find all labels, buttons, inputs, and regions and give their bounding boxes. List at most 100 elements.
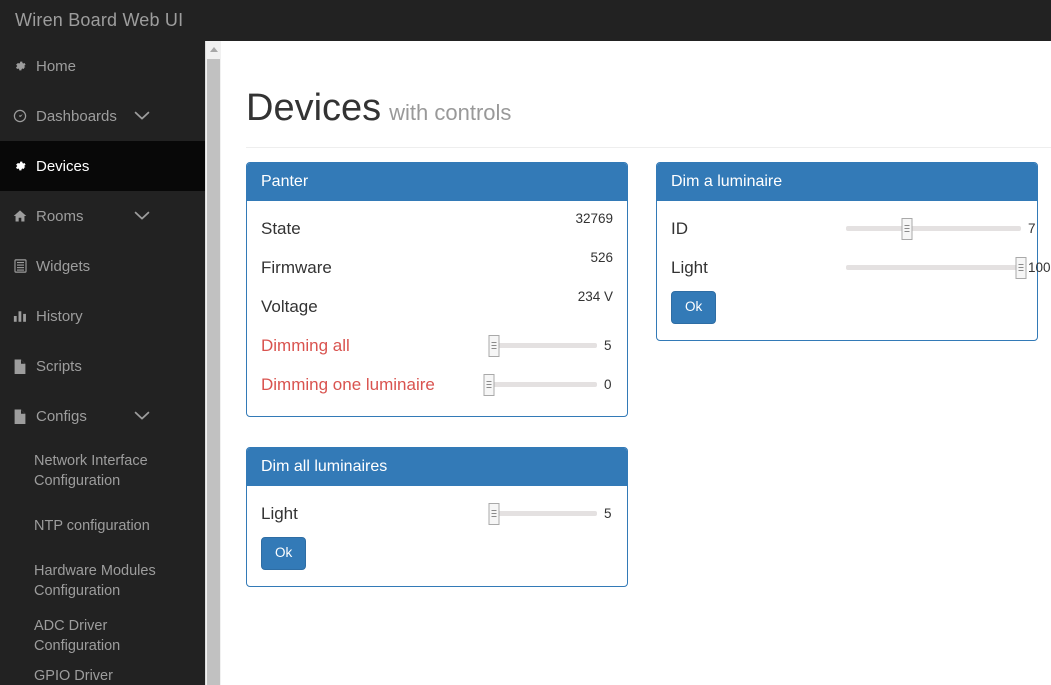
- sidebar-subitem[interactable]: Network Interface Configuration: [0, 441, 205, 501]
- sidebar-item-label: History: [36, 307, 83, 325]
- control-label: Light: [261, 503, 298, 523]
- panel-body: State 32769 Firmware 526 Voltage 234 V Dimming…: [247, 201, 627, 416]
- main-content: Devices with controls Panter State 32769 Fir…: [222, 41, 1051, 685]
- slider-input[interactable]: [488, 334, 597, 357]
- control-row: Light 100: [671, 248, 1051, 287]
- slider-control[interactable]: 0: [483, 365, 612, 404]
- slider-control[interactable]: 5: [488, 494, 612, 533]
- sidebar-item-widgets[interactable]: Widgets: [0, 241, 205, 291]
- control-value: 526: [590, 250, 613, 265]
- control-label: Light: [671, 257, 708, 277]
- sidebar-subitem-label-2: Configuration: [34, 473, 121, 489]
- panel-body: ID 7 Light 100 Ok: [657, 201, 1051, 340]
- home-icon: [10, 209, 30, 223]
- sidebar-item-history[interactable]: History: [0, 291, 205, 341]
- page-subtitle: with controls: [389, 100, 512, 125]
- sidebar-item-label: Home: [36, 57, 77, 75]
- sidebar-scrollbar[interactable]: [205, 41, 221, 685]
- slider-handle[interactable]: [901, 217, 913, 240]
- page-title: Devices: [246, 87, 382, 129]
- sidebar-subitem-label-2: Configuration: [34, 583, 121, 599]
- sidebar-subitem-label: ADC Driver Configuration: [34, 618, 121, 654]
- app-title: Wiren Board Web UI: [15, 10, 184, 30]
- panel-title: Dim a luminaire: [657, 163, 1037, 201]
- slider-value: 5: [604, 506, 612, 521]
- sidebar-subitem-label: GPIO Driver Configuration: [34, 668, 113, 684]
- chevron-down-icon[interactable]: [133, 207, 151, 225]
- chevron-down-icon[interactable]: [133, 407, 151, 425]
- chevron-down-icon[interactable]: [133, 107, 151, 125]
- sidebar-item-configs[interactable]: Configs: [0, 391, 205, 441]
- slider-control[interactable]: 7: [846, 209, 1036, 248]
- control-label: Firmware: [261, 257, 332, 277]
- slider-value: 5: [604, 338, 612, 353]
- slider-track[interactable]: [489, 382, 597, 387]
- control-label: State: [261, 218, 301, 238]
- panel-body: Light 5 Ok: [247, 486, 627, 586]
- panel-dim-a-luminaire: Dim a luminaire ID 7 Light 100 Ok: [656, 162, 1051, 341]
- slider-control[interactable]: 100: [846, 248, 1051, 287]
- file-icon: [10, 359, 30, 374]
- sidebar-nav: Home Dashboards Devices Rooms Widgets History…: [0, 41, 205, 685]
- control-row: Light 5: [261, 494, 613, 533]
- scrollbar-thumb[interactable]: [207, 59, 220, 685]
- slider-track[interactable]: [846, 265, 1021, 270]
- panel-title: Panter: [247, 163, 627, 201]
- panel-title: Dim all luminaires: [247, 448, 627, 486]
- control-label: Voltage: [261, 296, 318, 316]
- sidebar-subitem[interactable]: ADC Driver Configuration: [0, 611, 205, 661]
- slider-track[interactable]: [489, 511, 597, 516]
- dashboard-icon: [10, 109, 30, 123]
- slider-input[interactable]: [846, 217, 1021, 240]
- sidebar-item-label: Dashboards: [36, 107, 117, 125]
- sidebar-item-rooms[interactable]: Rooms: [0, 191, 205, 241]
- widgets-icon: [10, 259, 30, 273]
- top-navbar: Wiren Board Web UI: [0, 0, 1051, 41]
- scroll-up-arrow-icon[interactable]: [206, 41, 221, 58]
- slider-input[interactable]: [488, 502, 597, 525]
- gear-icon: [10, 159, 30, 173]
- control-label: ID: [671, 218, 688, 238]
- page-header: Devices with controls: [246, 87, 1026, 129]
- ok-button[interactable]: Ok: [261, 537, 307, 570]
- sidebar-subitem[interactable]: Hardware Modules Configuration: [0, 551, 205, 611]
- slider-input[interactable]: [483, 373, 597, 396]
- app-root: Wiren Board Web UI Home Dashboards Devices…: [0, 0, 1051, 685]
- sidebar-item-devices[interactable]: Devices: [0, 141, 205, 191]
- control-row: State 32769: [261, 209, 613, 248]
- control-label: Dimming one luminaire: [261, 374, 435, 394]
- page-divider: [246, 147, 1051, 148]
- sidebar-item-label: Scripts: [36, 357, 82, 375]
- slider-control[interactable]: 5: [488, 326, 612, 365]
- sidebar-item-label: Devices: [36, 157, 90, 175]
- slider-handle[interactable]: [483, 373, 495, 396]
- sidebar-subitem-label: Network Interface: [34, 453, 148, 469]
- control-row: Firmware 526: [261, 248, 613, 287]
- slider-handle[interactable]: [1015, 256, 1027, 279]
- panel-panter: Panter State 32769 Firmware 526 Voltage 234 V D…: [246, 162, 628, 417]
- control-row: Dimming all 5: [261, 326, 613, 365]
- sidebar-item-dashboards[interactable]: Dashboards: [0, 91, 205, 141]
- slider-value: 100: [1028, 260, 1051, 275]
- slider-input[interactable]: [846, 256, 1027, 279]
- sidebar-item-scripts[interactable]: Scripts: [0, 341, 205, 391]
- control-label: Dimming all: [261, 335, 350, 355]
- sidebar-subitem[interactable]: GPIO Driver Configuration: [0, 661, 205, 685]
- slider-track[interactable]: [846, 226, 1021, 231]
- sidebar-item-label: Widgets: [36, 257, 91, 275]
- control-row: Dimming one luminaire 0: [261, 365, 613, 404]
- panel-dim-all-luminaires: Dim all luminaires Light 5 Ok: [246, 447, 628, 587]
- sidebar-item-home[interactable]: Home: [0, 41, 205, 91]
- sidebar-item-label: Rooms: [36, 207, 84, 225]
- sidebar-subitem[interactable]: NTP configuration: [0, 501, 205, 551]
- control-value: 234 V: [577, 289, 613, 304]
- slider-track[interactable]: [489, 343, 597, 348]
- slider-value: 0: [604, 377, 612, 392]
- slider-handle[interactable]: [488, 334, 500, 357]
- control-value: 32769: [575, 211, 613, 226]
- control-row: Voltage 234 V: [261, 287, 613, 326]
- ok-button[interactable]: Ok: [671, 291, 717, 324]
- slider-handle[interactable]: [488, 502, 500, 525]
- control-row: ID 7: [671, 209, 1036, 248]
- sidebar-subitem-label: Hardware Modules: [34, 563, 156, 579]
